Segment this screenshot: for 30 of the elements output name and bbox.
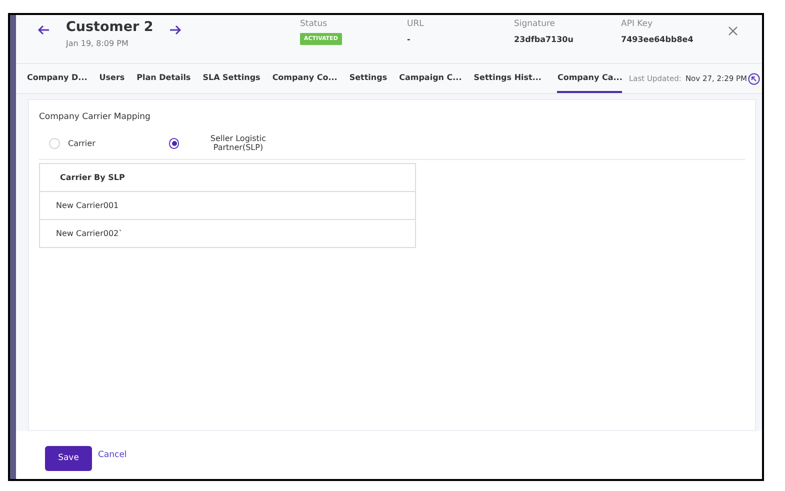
table-cell: New Carrier002` (40, 220, 416, 248)
date-text: Jan 19, 8:09 PM (66, 39, 130, 48)
field-label: URL (407, 19, 424, 29)
tab[interactable]: Settings (349, 64, 388, 93)
radio-icon[interactable] (169, 138, 180, 148)
forward-arrow-icon[interactable] (167, 23, 184, 37)
section-title: Company Carrier Mapping (39, 112, 152, 122)
field-label: API Key (621, 19, 653, 29)
close-icon[interactable] (728, 26, 738, 36)
radio-option[interactable]: Seller Logistic Partner(SLP) (169, 134, 289, 152)
cancel-link[interactable]: Cancel (98, 450, 127, 460)
field-value: - (407, 35, 410, 44)
tab[interactable]: Company D... (27, 64, 88, 93)
tab[interactable]: Plan Details (136, 64, 191, 93)
save-button[interactable]: Save (45, 446, 92, 470)
tab[interactable]: Users (99, 64, 125, 93)
tab[interactable]: Settings Hist... (474, 64, 542, 93)
back-arrow-icon[interactable] (36, 23, 52, 37)
field-value: 23dfba7130u (514, 35, 574, 44)
radio-option[interactable]: Carrier (49, 134, 169, 152)
field-label: Signature (514, 19, 556, 29)
page-title: Customer 2 (66, 19, 154, 35)
tab[interactable]: Campaign C... (399, 64, 462, 93)
tab[interactable]: SLA Settings (202, 64, 260, 93)
field-value: 7493ee64bb8e4 (621, 35, 694, 44)
field-label: Status (300, 19, 328, 29)
tab[interactable]: Company Co... (272, 64, 338, 93)
arrow-circle-icon[interactable] (748, 72, 760, 84)
column-header: Carrier By SLP (40, 164, 416, 192)
table-cell: New Carrier001 (40, 192, 416, 220)
